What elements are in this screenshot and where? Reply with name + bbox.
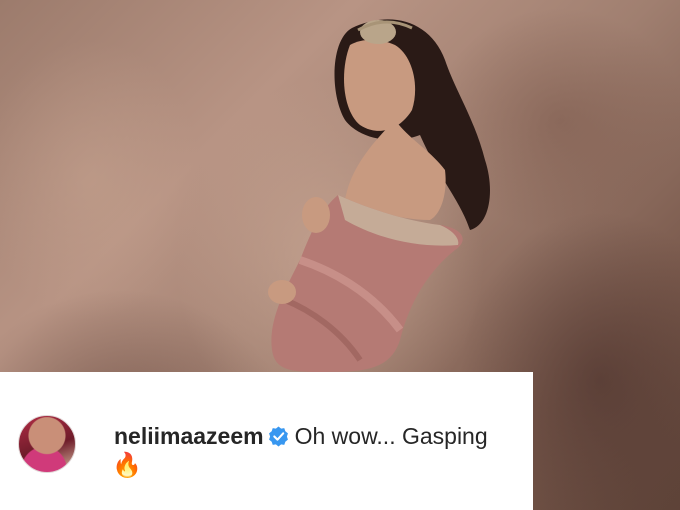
username-link[interactable]: neliimaazeem (114, 423, 264, 449)
comment-text: Oh wow... Gasping (294, 423, 488, 449)
comment-line: neliimaazeem Oh wow... Gasping (114, 420, 524, 452)
profile-avatar[interactable] (18, 415, 76, 473)
verified-badge-icon (268, 423, 289, 447)
fire-emoji: 🔥 (112, 452, 142, 479)
